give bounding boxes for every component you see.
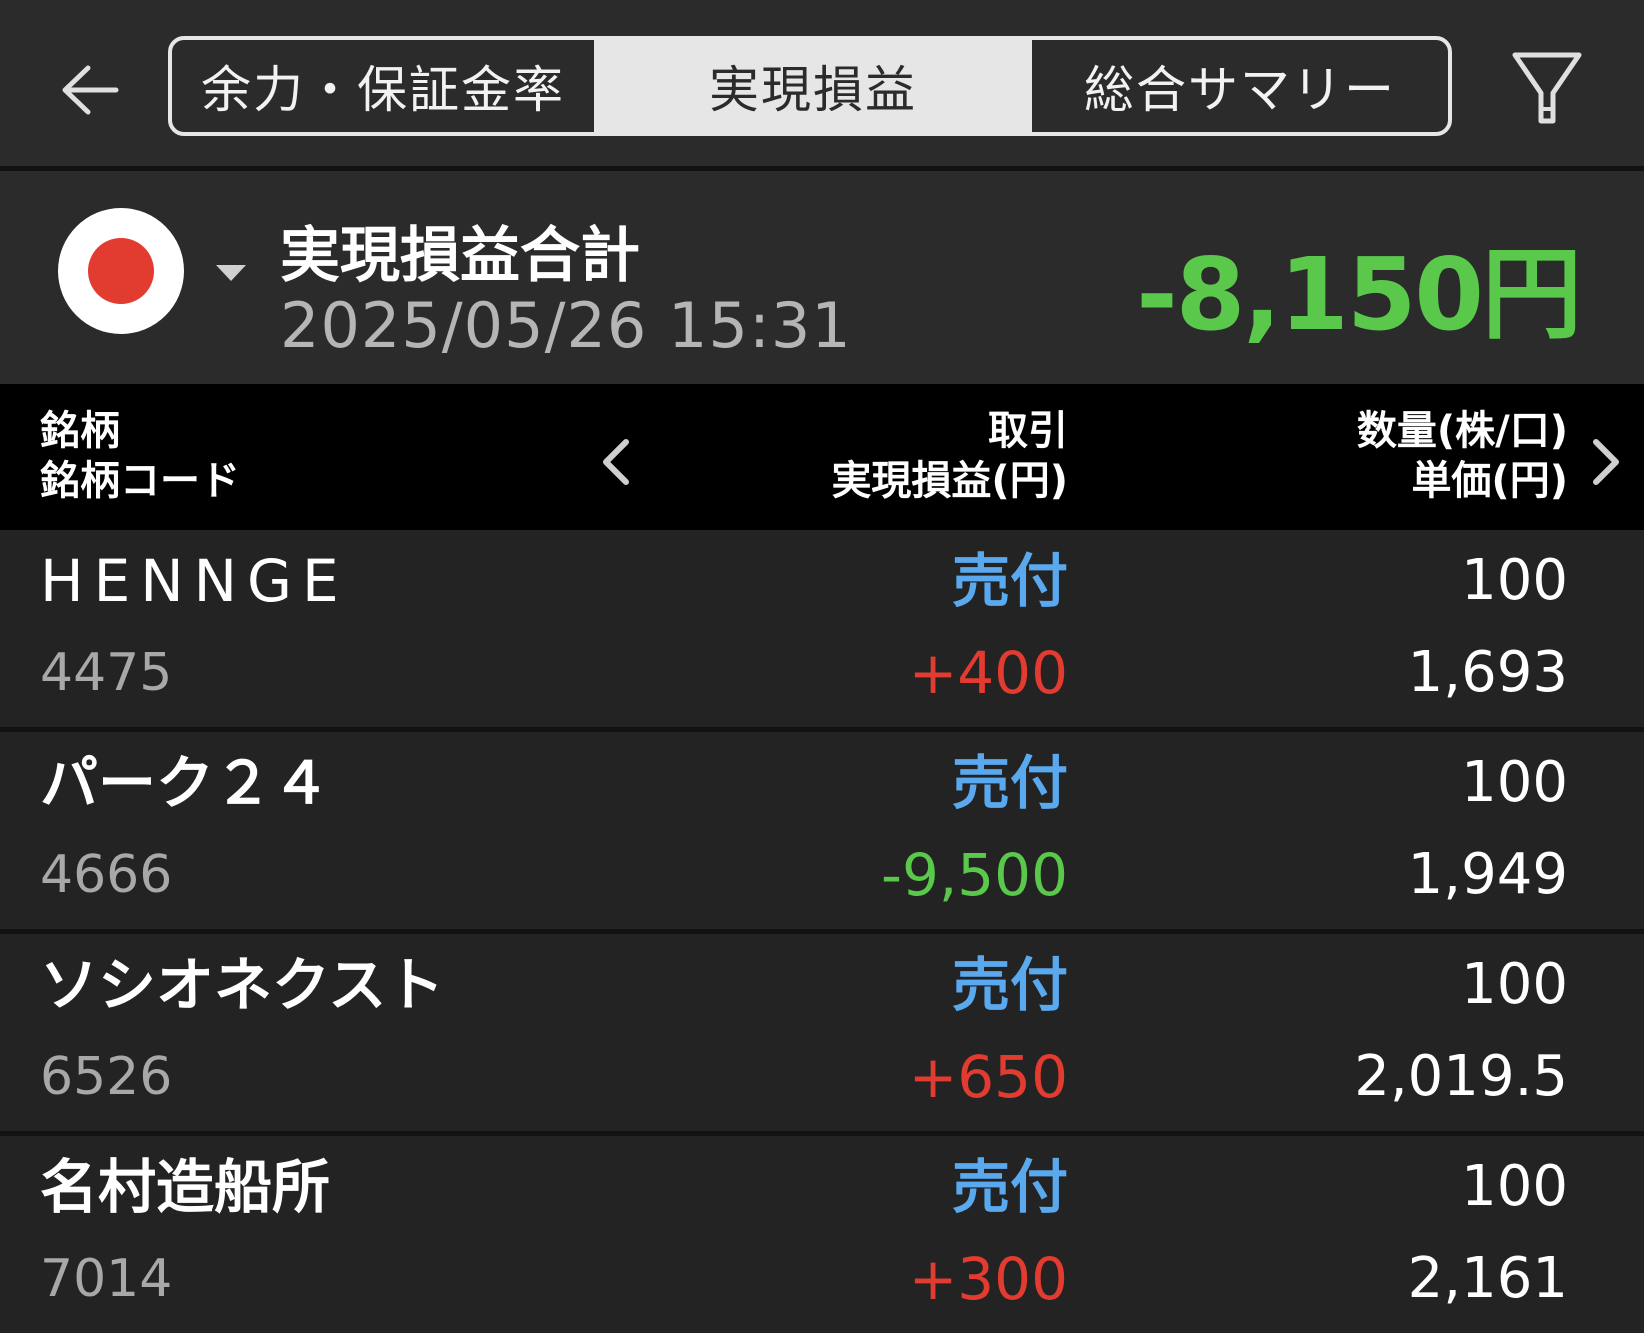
unit-price: 2,019.5 — [1354, 1044, 1568, 1109]
column-header-label: 単価(円) — [1411, 458, 1568, 504]
filter-button[interactable] — [1505, 44, 1589, 134]
segmented-tabs: 余力・保証金率 実現損益 総合サマリー — [168, 36, 1452, 136]
stock-name: パーク２４ — [40, 749, 331, 817]
stock-code: 6526 — [40, 1047, 173, 1107]
column-header-label: 実現損益(円) — [831, 458, 1068, 504]
stock-name: HENNGE — [40, 547, 349, 615]
realized-pl: -9,500 — [881, 841, 1068, 909]
table-header: 銘柄 銘柄コード 取引 実現損益(円) 数量(株/口) 単価(円) — [0, 384, 1644, 530]
column-header-label: 銘柄 — [40, 408, 120, 454]
unit-price: 1,693 — [1407, 640, 1568, 705]
stock-code: 4475 — [40, 643, 173, 703]
top-bar: 余力・保証金率 実現損益 総合サマリー — [0, 0, 1644, 166]
arrow-left-icon — [62, 65, 119, 115]
summary-total: -8,150円 — [1136, 236, 1582, 353]
column-header-trade: 取引 実現損益(円) — [831, 406, 1068, 506]
stock-code: 7014 — [40, 1249, 173, 1309]
column-header-stock: 銘柄 銘柄コード — [40, 406, 240, 506]
unit-price: 1,949 — [1407, 842, 1568, 907]
summary-title: 実現損益合計 — [280, 221, 640, 291]
stock-code: 4666 — [40, 845, 173, 905]
trade-side: 売付 — [951, 547, 1068, 615]
market-selector[interactable] — [58, 208, 184, 334]
trade-list: HENNGE 4475 売付 +400 100 1,693 パーク２４ 4666… — [0, 530, 1644, 1333]
realized-pl: +300 — [908, 1245, 1068, 1313]
tab-margin[interactable]: 余力・保証金率 — [172, 40, 594, 132]
table-row[interactable]: HENNGE 4475 売付 +400 100 1,693 — [0, 530, 1644, 732]
realized-pl: +650 — [908, 1043, 1068, 1111]
summary-datetime: 2025/05/26 15:31 — [280, 289, 852, 362]
column-header-label: 数量(株/口) — [1356, 408, 1568, 454]
quantity: 100 — [1461, 750, 1568, 815]
quantity: 100 — [1461, 1154, 1568, 1219]
column-header-quantity: 数量(株/口) 単価(円) — [1357, 406, 1568, 506]
tab-realized-pl[interactable]: 実現損益 — [594, 40, 1032, 132]
chevron-down-icon[interactable] — [214, 261, 248, 285]
table-row[interactable]: 名村造船所 7014 売付 +300 100 2,161 — [0, 1136, 1644, 1333]
japan-flag-icon — [88, 238, 154, 304]
trade-side: 売付 — [951, 1153, 1068, 1221]
realized-pl: +400 — [908, 639, 1068, 707]
tab-summary[interactable]: 総合サマリー — [1032, 40, 1448, 132]
summary-panel: 実現損益合計 2025/05/26 15:31 -8,150円 — [0, 171, 1644, 384]
trade-side: 売付 — [951, 749, 1068, 817]
chevron-left-icon[interactable] — [596, 436, 636, 488]
quantity: 100 — [1461, 952, 1568, 1017]
stock-name: 名村造船所 — [40, 1153, 331, 1221]
trade-side: 売付 — [951, 951, 1068, 1019]
column-header-label: 取引 — [988, 408, 1068, 454]
stock-name: ソシオネクスト — [40, 951, 445, 1019]
filter-icon — [1512, 52, 1582, 124]
chevron-right-icon[interactable] — [1586, 436, 1626, 488]
column-header-label: 銘柄コード — [40, 458, 240, 504]
quantity: 100 — [1461, 548, 1568, 613]
table-row[interactable]: ソシオネクスト 6526 売付 +650 100 2,019.5 — [0, 934, 1644, 1136]
table-row[interactable]: パーク２４ 4666 売付 -9,500 100 1,949 — [0, 732, 1644, 934]
unit-price: 2,161 — [1407, 1246, 1568, 1311]
back-button[interactable] — [50, 52, 130, 128]
